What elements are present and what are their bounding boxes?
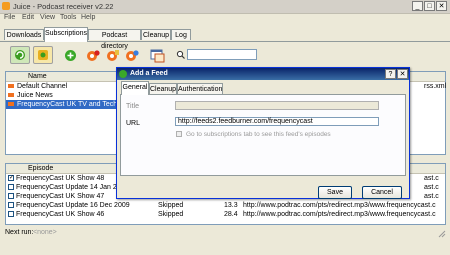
rss-icon xyxy=(8,84,14,89)
refresh-icon xyxy=(15,50,25,60)
tab-podcast-directory[interactable]: Podcast directory xyxy=(88,29,141,50)
url-label: URL xyxy=(126,120,141,127)
maximize-button[interactable]: □ xyxy=(424,1,435,11)
window-icon xyxy=(150,49,165,63)
episode-name: FrequencyCast UK Show 48 xyxy=(16,175,105,182)
episode-url: ast.c xyxy=(424,184,439,191)
menu-tools[interactable]: Tools xyxy=(60,14,76,21)
search-box[interactable] xyxy=(176,49,257,60)
update-icon xyxy=(126,50,139,61)
episode-checkbox[interactable] xyxy=(8,211,14,218)
minimize-button[interactable]: _ xyxy=(412,1,423,11)
add-icon xyxy=(65,50,76,61)
dialog-titlebar: Add a Feed ? ✕ xyxy=(117,68,409,80)
episode-row[interactable]: FrequencyCast UK Show 46 Skipped 28.4 http:… xyxy=(6,210,445,219)
view-feed-button[interactable] xyxy=(150,48,165,63)
menu-edit[interactable]: Edit xyxy=(22,14,34,21)
episode-status: Skipped xyxy=(158,211,184,218)
episode-checkbox[interactable]: ✓ xyxy=(8,175,14,182)
episode-url: ast.c xyxy=(424,193,439,200)
window-title: Juice - Podcast receiver v2.22 xyxy=(13,2,114,11)
tab-subscriptions[interactable]: Subscriptions xyxy=(44,27,88,42)
title-field[interactable] xyxy=(175,101,379,110)
episode-url: http://www.podtrac.com/pts/redirect.mp3/… xyxy=(243,211,436,218)
next-run-value: <none> xyxy=(33,229,57,236)
column-name-header[interactable]: Name xyxy=(28,73,47,80)
goto-subscriptions-label: Go to subscriptions tab to see this feed… xyxy=(186,131,331,138)
resize-grip-icon[interactable] xyxy=(438,230,446,238)
menu-view[interactable]: View xyxy=(40,14,55,21)
episode-name: FrequencyCast Update 14 Jan 20 xyxy=(16,184,121,191)
tab-downloads[interactable]: Downloads xyxy=(4,29,44,40)
episode-checkbox[interactable] xyxy=(8,202,14,209)
catch-up-icon xyxy=(38,50,48,60)
properties-icon xyxy=(107,50,119,61)
dialog-tab-general[interactable]: General xyxy=(121,81,149,95)
subscription-url-fragment: rss.xml xyxy=(424,83,447,90)
check-for-new-podcasts-button[interactable] xyxy=(10,46,30,64)
next-run-label: Next run: xyxy=(5,229,34,236)
save-button[interactable]: Save xyxy=(318,186,352,199)
episode-checkbox[interactable] xyxy=(8,193,14,200)
dialog-app-icon xyxy=(119,70,127,78)
title-label: Title xyxy=(126,103,139,110)
remove-feed-button[interactable] xyxy=(86,49,100,63)
episode-row[interactable]: FrequencyCast Update 16 Dec 2009 Skipped 1… xyxy=(6,201,445,210)
episode-name: FrequencyCast UK Show 47 xyxy=(16,193,105,200)
rss-icon xyxy=(8,102,14,107)
tab-log[interactable]: Log xyxy=(171,29,191,40)
dialog-help-button[interactable]: ? xyxy=(385,69,396,79)
episode-status: Skipped xyxy=(158,202,184,209)
episode-size: 13.3 xyxy=(224,202,238,209)
subscription-name: Juice News xyxy=(17,92,53,99)
episode-url: ast.c xyxy=(424,175,439,182)
dialog-title: Add a Feed xyxy=(130,70,168,77)
episode-checkbox[interactable] xyxy=(8,184,14,191)
episode-url: http://www.podtrac.com/pts/redirect.mp3/… xyxy=(243,202,436,209)
episode-size: 28.4 xyxy=(224,211,238,218)
window-titlebar: Juice - Podcast receiver v2.22 _ □ ✕ xyxy=(0,0,450,14)
subscription-name: FrequencyCast UK TV and Tech xyxy=(17,101,118,108)
cancel-button[interactable]: Cancel xyxy=(362,186,402,199)
close-button[interactable]: ✕ xyxy=(436,1,447,11)
dialog-tab-authentication[interactable]: Authentication xyxy=(177,83,223,94)
status-bar: Next run: <none> xyxy=(0,228,450,238)
tab-cleanup[interactable]: Cleanup xyxy=(141,29,171,40)
goto-subscriptions-checkbox[interactable] xyxy=(176,131,182,137)
remove-feed-icon xyxy=(87,50,100,61)
menu-file[interactable]: File xyxy=(4,14,15,21)
subscription-row-selected[interactable]: FrequencyCast UK TV and Tech xyxy=(6,100,118,109)
dialog-tab-cleanup[interactable]: Cleanup xyxy=(149,83,177,94)
search-icon xyxy=(176,50,185,59)
app-icon xyxy=(2,2,10,10)
add-feed-button[interactable] xyxy=(64,49,77,62)
subscription-name: Default Channel xyxy=(17,83,68,90)
url-field[interactable]: http://feeds2.feedburner.com/frequencyca… xyxy=(175,117,379,126)
add-feed-dialog: Add a Feed ? ✕ General Cleanup Authentic… xyxy=(116,67,410,199)
episode-name: FrequencyCast UK Show 46 xyxy=(16,211,105,218)
rss-icon xyxy=(8,93,14,98)
dialog-close-button[interactable]: ✕ xyxy=(397,69,408,79)
episode-name: FrequencyCast Update 16 Dec 2009 xyxy=(16,202,130,209)
menu-help[interactable]: Help xyxy=(81,14,95,21)
feed-properties-button[interactable] xyxy=(106,49,120,63)
column-episode-header[interactable]: Episode xyxy=(28,165,53,172)
catch-up-button[interactable] xyxy=(33,46,53,64)
update-feed-button[interactable] xyxy=(125,49,139,63)
